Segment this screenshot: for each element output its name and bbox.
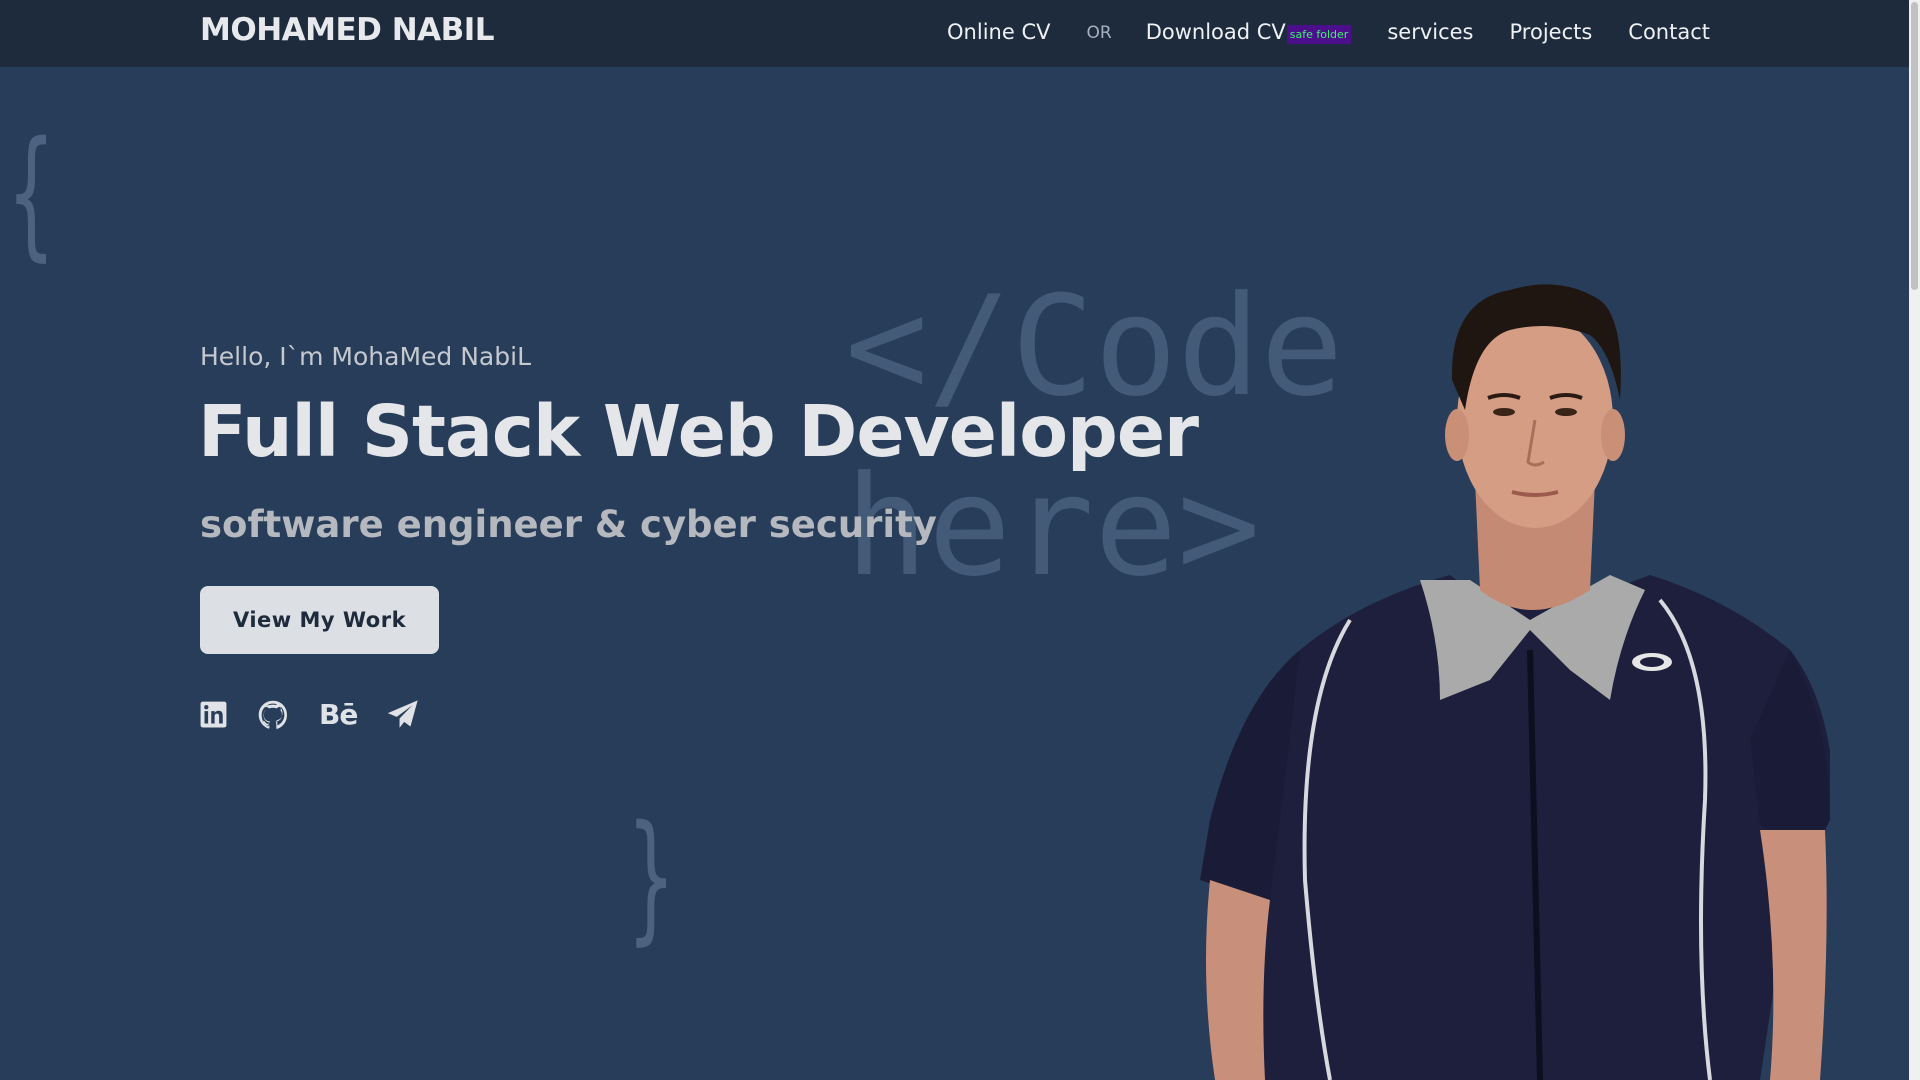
page: { } </Code here> MOHAMED NABIL Online CV… bbox=[0, 0, 1920, 1080]
vertical-scrollbar[interactable] bbox=[1909, 0, 1920, 1080]
brand-logo[interactable]: MOHAMED NABIL bbox=[200, 12, 495, 48]
linkedin-icon bbox=[200, 701, 227, 728]
nav-online-cv-link[interactable]: Online CV bbox=[947, 20, 1050, 44]
telegram-icon bbox=[388, 699, 419, 728]
nav-links: Online CV OR Download CV safe folder serv… bbox=[947, 20, 1710, 44]
decorative-close-brace: } bbox=[628, 796, 675, 959]
behance-link[interactable]: Bē bbox=[319, 698, 358, 731]
safe-folder-badge: safe folder bbox=[1286, 24, 1352, 44]
hero-headline: Full Stack Web Developer bbox=[198, 390, 1199, 473]
hero-greeting: Hello, I`m MohaMed NabiL bbox=[200, 342, 531, 371]
scrollbar-thumb[interactable] bbox=[1911, 2, 1918, 290]
portrait-photo bbox=[1200, 284, 1830, 1080]
nav-services-link[interactable]: services bbox=[1387, 20, 1473, 44]
nav-projects-link[interactable]: Projects bbox=[1510, 20, 1593, 44]
telegram-link[interactable] bbox=[387, 699, 419, 731]
linkedin-link[interactable] bbox=[200, 701, 227, 728]
behance-icon: Bē bbox=[319, 698, 358, 731]
top-navbar: MOHAMED NABIL Online CV OR Download CV sa… bbox=[0, 0, 1910, 67]
nav-or-separator: OR bbox=[1086, 23, 1112, 43]
nav-download-cv-label: Download CV bbox=[1145, 20, 1286, 44]
social-links: Bē bbox=[200, 698, 449, 731]
hero-subtitle: software engineer & cyber security bbox=[200, 503, 937, 546]
nav-contact-link[interactable]: Contact bbox=[1628, 20, 1710, 44]
decorative-open-brace: { bbox=[8, 112, 55, 275]
github-icon bbox=[258, 700, 288, 729]
nav-download-cv-link[interactable]: Download CV safe folder bbox=[1146, 20, 1352, 44]
github-link[interactable] bbox=[257, 699, 289, 731]
view-my-work-button[interactable]: View My Work bbox=[200, 586, 439, 654]
